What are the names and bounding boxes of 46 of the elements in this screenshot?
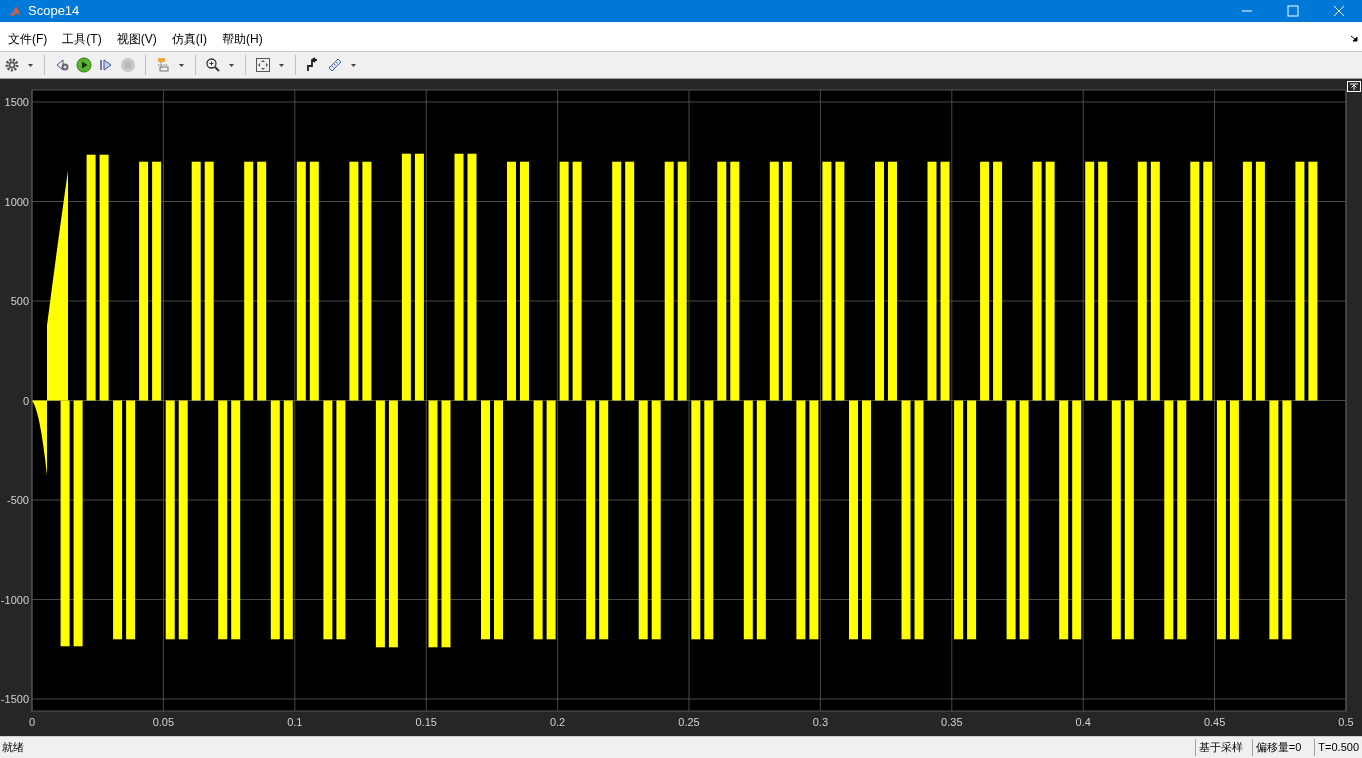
play-icon[interactable]: [76, 57, 92, 73]
window-title: Scope14: [28, 2, 80, 21]
caret-icon[interactable]: [229, 63, 234, 67]
menu-item[interactable]: 视图(V): [110, 29, 163, 48]
caret-icon[interactable]: [28, 63, 33, 67]
settings-icon[interactable]: [4, 57, 20, 73]
time-status: T=0.500: [1314, 739, 1362, 756]
offset-status: 偏移量=0: [1251, 739, 1305, 756]
x-tick-label: 0: [28, 716, 36, 728]
x-tick-label: 0.25: [678, 716, 700, 728]
x-tick-label: 0.05: [152, 716, 175, 728]
ruler-icon[interactable]: [327, 57, 343, 73]
sampling-status: 基于采样: [1194, 739, 1246, 756]
arrow-icon[interactable]: [1351, 34, 1359, 43]
app-icon: [8, 4, 22, 18]
x-tick-label: 0.1: [287, 716, 303, 728]
x-tick-label: 0.15: [415, 716, 437, 728]
x-tick-label: 0.35: [941, 716, 963, 728]
x-tick-label: 0.45: [1203, 716, 1226, 728]
y-tick-label: 1500: [4, 96, 29, 108]
status-message: 就绪: [2, 740, 24, 756]
fit-view-icon[interactable]: [255, 57, 271, 73]
caret-icon[interactable]: [179, 63, 184, 67]
caret-icon[interactable]: [351, 63, 356, 67]
signal-select-icon[interactable]: [155, 57, 171, 73]
close-icon[interactable]: [1333, 5, 1345, 17]
y-tick-label: -1500: [0, 693, 29, 705]
menu-item[interactable]: 文件(F): [2, 29, 54, 48]
menu-item[interactable]: 帮助(H): [216, 29, 269, 48]
menu-item[interactable]: 仿真(I): [165, 29, 213, 48]
menu-item[interactable]: 工具(T): [56, 29, 108, 48]
y-tick-label: -500: [6, 494, 29, 506]
step-forward-icon[interactable]: [98, 57, 114, 73]
y-tick-label: 500: [10, 295, 29, 307]
x-tick-label: 0.5: [1338, 716, 1354, 728]
caret-icon[interactable]: [279, 63, 284, 67]
x-tick-label: 0.3: [812, 716, 829, 728]
undock-icon[interactable]: [1347, 81, 1361, 92]
step-back-icon[interactable]: [54, 57, 70, 73]
y-tick-label: 0: [22, 394, 29, 407]
zoom-in-icon[interactable]: [205, 57, 221, 73]
x-tick-label: 0.4: [1075, 716, 1091, 728]
maximize-icon[interactable]: [1287, 5, 1299, 17]
y-tick-label: -1000: [0, 593, 29, 606]
y-tick-label: 1000: [4, 195, 29, 208]
x-tick-label: 0.2: [549, 716, 566, 728]
